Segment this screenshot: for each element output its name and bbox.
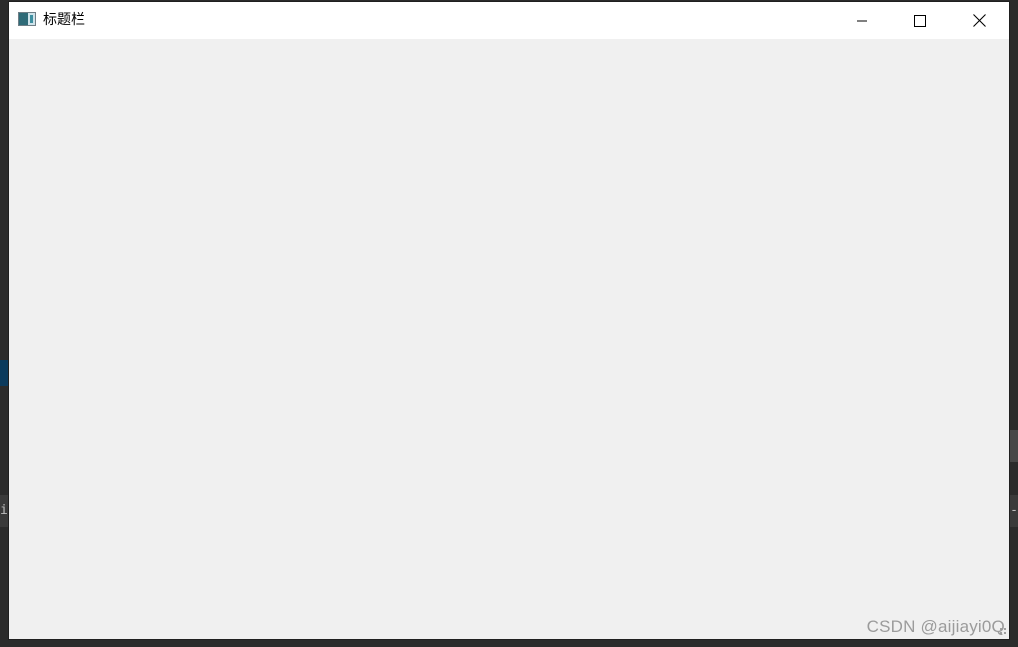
window-client-area — [9, 39, 1009, 639]
close-button[interactable] — [949, 2, 1009, 39]
watermark-text: CSDN @aijiayi0Q — [866, 617, 1005, 636]
maximize-icon — [914, 14, 926, 27]
background-blue-band — [0, 360, 9, 386]
resize-grip-icon[interactable] — [999, 627, 1007, 635]
close-icon — [972, 14, 986, 27]
minimize-button[interactable] — [833, 2, 891, 39]
app-window-icon — [18, 12, 36, 26]
background-right-strip — [1009, 430, 1018, 462]
maximize-button[interactable] — [891, 2, 949, 39]
app-window: 标题栏 — [9, 2, 1009, 639]
window-title: 标题栏 — [43, 12, 85, 28]
minimize-icon — [856, 15, 868, 27]
title-bar[interactable]: 标题栏 — [9, 2, 1009, 39]
